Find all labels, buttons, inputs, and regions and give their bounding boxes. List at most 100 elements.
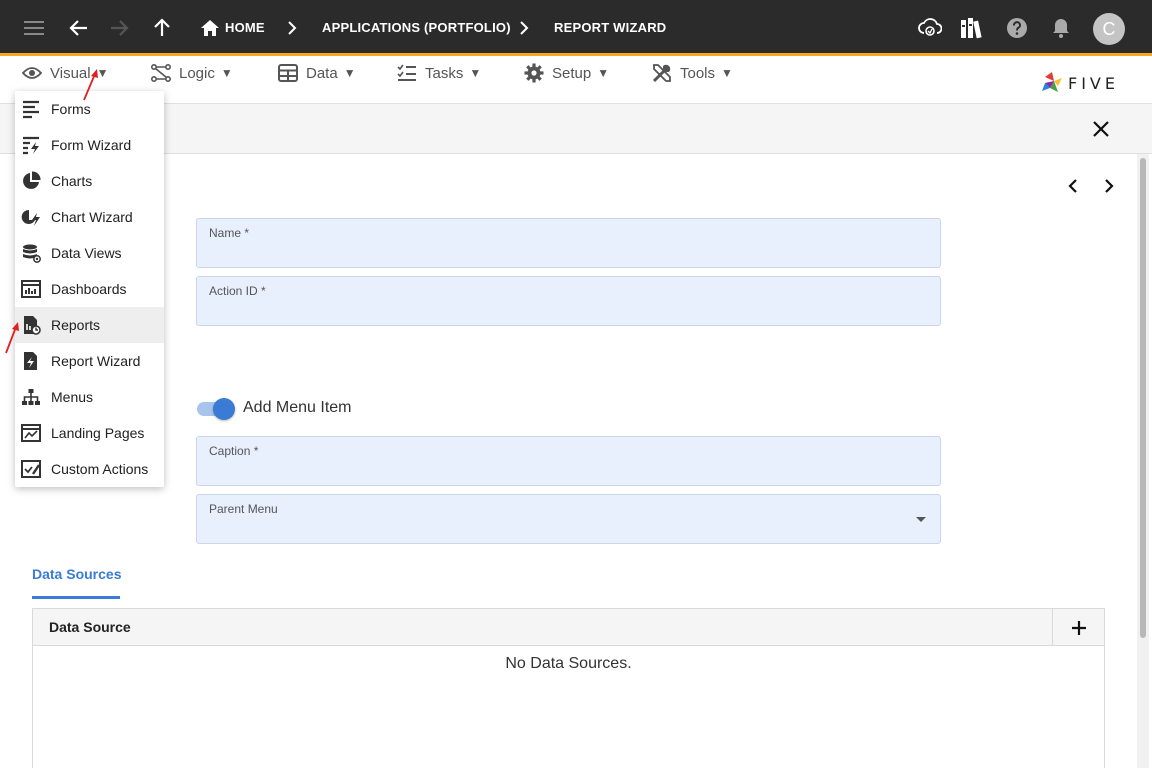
close-icon[interactable]	[1090, 118, 1112, 140]
notifications-bell-icon[interactable]	[1047, 14, 1075, 42]
forward-arrow-icon	[105, 14, 133, 42]
dropdown-item-menus[interactable]: Menus	[15, 379, 164, 415]
menu-tools[interactable]: Tools ▼	[652, 64, 733, 83]
breadcrumb-home[interactable]: HOME	[225, 20, 265, 35]
add-menu-item-toggle[interactable]	[197, 398, 235, 420]
home-icon[interactable]	[196, 14, 224, 42]
dropdown-item-label: Reports	[51, 317, 101, 333]
menu-setup[interactable]: Setup ▼	[524, 63, 610, 83]
name-field-label: Name *	[209, 226, 250, 240]
tools-icon	[652, 64, 671, 83]
five-logo: FIVE	[1040, 70, 1119, 96]
caret-down-icon: ▼	[220, 66, 233, 80]
next-page-icon[interactable]	[1100, 178, 1116, 194]
chevron-right-icon	[510, 14, 538, 42]
breadcrumb-report-wizard: REPORT WIZARD	[554, 20, 667, 35]
annotation-arrow-reports	[5, 322, 19, 354]
up-arrow-icon[interactable]	[148, 14, 176, 42]
dropdown-item-custom-actions[interactable]: Custom Actions	[15, 451, 164, 487]
eye-icon	[22, 67, 42, 79]
library-books-icon[interactable]	[958, 14, 986, 42]
data-sources-table: Data Source No Data Sources.	[32, 608, 1105, 768]
dropdown-item-report-wizard[interactable]: Report Wizard	[15, 343, 164, 379]
form-title-bar	[0, 104, 1152, 154]
caption-input[interactable]	[209, 461, 909, 477]
dropdown-item-label: Report Wizard	[51, 353, 141, 369]
menu-data[interactable]: Data ▼	[278, 64, 356, 82]
dropdown-item-data-views[interactable]: Data Views	[15, 235, 164, 271]
annotation-arrow-visual	[83, 69, 98, 101]
plus-icon	[1071, 620, 1086, 635]
dropdown-item-label: Custom Actions	[51, 461, 149, 477]
dropdown-item-label: Dashboards	[51, 281, 127, 297]
data-views-icon	[23, 244, 41, 263]
menus-icon	[22, 389, 40, 405]
tab-data-sources[interactable]: Data Sources	[32, 566, 121, 582]
caret-down-icon: ▼	[343, 66, 356, 80]
dropdown-item-landing-pages[interactable]: Landing Pages	[15, 415, 164, 451]
menu-tasks-label: Tasks	[425, 64, 464, 82]
cloud-sync-icon[interactable]	[916, 14, 944, 42]
vertical-scrollbar[interactable]	[1137, 154, 1149, 768]
menu-setup-label: Setup	[552, 64, 592, 82]
dashboards-icon	[21, 280, 41, 298]
action-id-field[interactable]: Action ID *	[196, 276, 941, 326]
dropdown-item-charts[interactable]: Charts	[15, 163, 164, 199]
five-logo-mark	[1042, 72, 1062, 92]
dropdown-item-reports[interactable]: Reports	[15, 307, 164, 343]
toggle-knob	[213, 398, 235, 420]
dropdown-item-label: Landing Pages	[51, 425, 145, 441]
five-logo-text: FIVE	[1068, 73, 1119, 93]
name-input[interactable]	[209, 243, 909, 259]
caption-field-label: Caption *	[209, 444, 259, 458]
user-avatar[interactable]: C	[1093, 13, 1125, 45]
tab-active-indicator	[32, 596, 120, 599]
landing-pages-icon	[21, 424, 41, 442]
previous-page-icon[interactable]	[1066, 178, 1082, 194]
hamburger-menu-icon[interactable]	[20, 14, 48, 42]
dropdown-item-form-wizard[interactable]: Form Wizard	[15, 127, 164, 163]
form-wizard-icon	[23, 136, 39, 155]
visual-dropdown-menu: Forms Form Wizard Charts Chart Wizard Da…	[15, 91, 164, 487]
action-id-input[interactable]	[209, 301, 909, 317]
data-sources-table-header: Data Source	[33, 609, 1104, 646]
gear-icon	[524, 63, 544, 83]
back-arrow-icon[interactable]	[65, 14, 93, 42]
action-id-field-label: Action ID *	[209, 284, 266, 298]
dropdown-item-label: Charts	[51, 173, 93, 189]
dropdown-item-label: Data Views	[51, 245, 122, 261]
scrollbar-thumb[interactable]	[1140, 158, 1146, 638]
dropdown-arrow-icon[interactable]	[916, 517, 926, 522]
forms-icon	[23, 100, 39, 119]
caret-down-icon: ▼	[597, 66, 610, 80]
empty-state-message: No Data Sources.	[505, 655, 632, 672]
caption-field[interactable]: Caption *	[196, 436, 941, 486]
dropdown-item-chart-wizard[interactable]: Chart Wizard	[15, 199, 164, 235]
column-header-data-source[interactable]: Data Source	[49, 619, 131, 635]
add-menu-item-label: Add Menu Item	[243, 399, 352, 416]
breadcrumb-applications[interactable]: APPLICATIONS (PORTFOLIO)	[322, 20, 511, 35]
menu-data-label: Data	[306, 64, 338, 82]
custom-actions-icon	[21, 460, 41, 478]
app-top-bar: HOME APPLICATIONS (PORTFOLIO) REPORT WIZ…	[0, 0, 1152, 56]
help-icon[interactable]	[1003, 14, 1031, 42]
dropdown-item-label: Form Wizard	[51, 137, 132, 153]
caret-down-icon: ▼	[721, 66, 733, 80]
charts-icon	[23, 171, 41, 189]
table-icon	[278, 64, 298, 82]
add-data-source-button[interactable]	[1052, 609, 1104, 646]
caret-down-icon: ▼	[469, 66, 482, 80]
dropdown-item-label: Menus	[51, 389, 94, 405]
menu-tools-label: Tools	[680, 64, 716, 82]
logic-icon	[151, 64, 171, 82]
tasks-icon	[397, 64, 416, 81]
menu-tasks[interactable]: Tasks ▼	[397, 64, 481, 82]
chart-wizard-icon	[21, 209, 40, 226]
parent-menu-select[interactable]: Parent Menu	[196, 494, 941, 544]
chevron-right-icon	[278, 14, 306, 42]
name-field[interactable]: Name *	[196, 218, 941, 268]
dropdown-item-label: Chart Wizard	[51, 209, 133, 225]
dropdown-item-dashboards[interactable]: Dashboards	[15, 271, 164, 307]
parent-menu-label: Parent Menu	[209, 502, 278, 516]
menu-logic[interactable]: Logic ▼	[151, 64, 233, 82]
